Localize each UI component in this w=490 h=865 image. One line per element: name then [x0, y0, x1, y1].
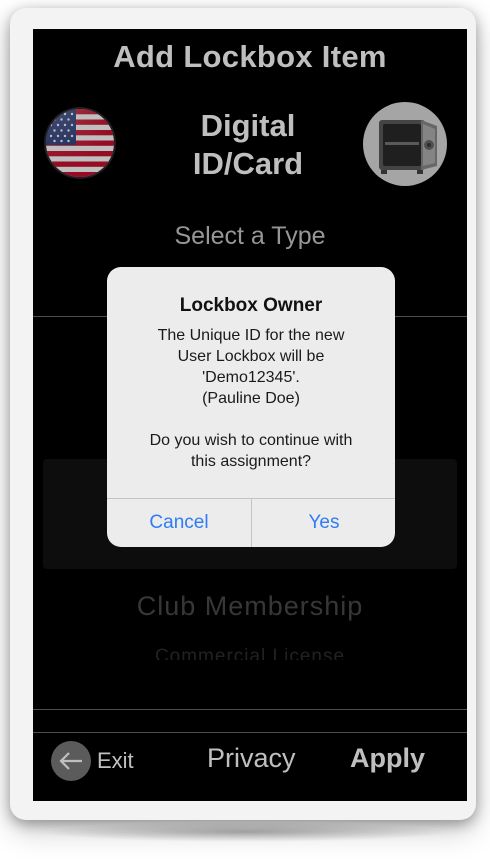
- app-screen: Add Lockbox Item Digital ID/Card Select …: [33, 29, 467, 801]
- alert-title: Lockbox Owner: [179, 295, 323, 316]
- alert-message-line: User Lockbox will be: [177, 348, 325, 365]
- cancel-button[interactable]: Cancel: [107, 499, 251, 547]
- alert-message-line: this assignment?: [190, 453, 312, 470]
- alert-message-line: Do you wish to continue with: [149, 432, 353, 449]
- alert-message-line: 'Demo12345'.: [202, 369, 300, 386]
- alert-message-line: (Pauline Doe): [202, 390, 300, 407]
- alert-message-line: The Unique ID for the new: [157, 327, 345, 344]
- device-shadow: [40, 822, 450, 842]
- page: Add Lockbox Item Digital ID/Card Select …: [0, 0, 490, 865]
- alert-message: The Unique ID for the new User Lockbox w…: [121, 325, 381, 472]
- yes-button[interactable]: Yes: [252, 499, 395, 547]
- alert-message-spacer: [121, 409, 381, 430]
- lockbox-owner-alert: Lockbox Owner The Unique ID for the new …: [107, 267, 395, 547]
